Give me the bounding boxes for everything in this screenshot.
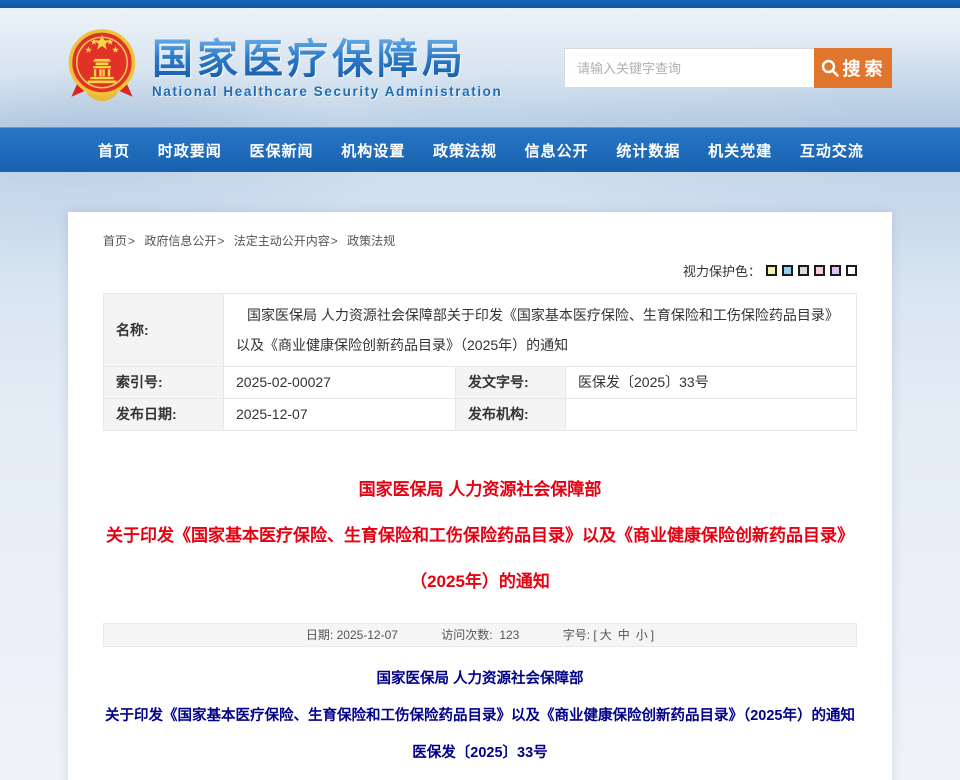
doc-pubdate-value: 2025-12-07 xyxy=(224,399,456,431)
site-brand[interactable]: 国家医疗保障局 National Healthcare Security Adm… xyxy=(66,28,502,106)
doc-name-label: 名称: xyxy=(104,294,224,367)
document-info-table: 名称: 国家医保局 人力资源社会保障部关于印发《国家基本医疗保险、生育保险和工伤… xyxy=(103,293,857,431)
site-title: 国家医疗保障局 xyxy=(152,36,502,82)
nav-item-politics-news[interactable]: 时政要闻 xyxy=(158,140,222,161)
eye-protection-bar: 视力保护色： xyxy=(103,261,857,277)
search-input[interactable] xyxy=(564,48,814,88)
nav-item-home[interactable]: 首页 xyxy=(98,140,130,161)
table-row: 名称: 国家医保局 人力资源社会保障部关于印发《国家基本医疗保险、生育保险和工伤… xyxy=(104,294,857,367)
search-button[interactable]: 搜索 xyxy=(814,48,892,88)
brand-text: 国家医疗保障局 National Healthcare Security Adm… xyxy=(152,36,502,99)
meta-visits-label: 访问次数: xyxy=(441,628,492,642)
meta-bracket-open: [ xyxy=(593,628,596,642)
site-header: 国家医疗保障局 National Healthcare Security Adm… xyxy=(0,8,960,127)
eye-protection-label: 视力保护色： xyxy=(683,264,761,279)
meta-date-label: 日期: xyxy=(306,628,333,642)
nav-item-info-disclosure[interactable]: 信息公开 xyxy=(525,140,589,161)
eye-color-swatch[interactable] xyxy=(782,265,793,276)
search-button-label: 搜索 xyxy=(843,55,887,81)
main-nav: 首页 时政要闻 医保新闻 机构设置 政策法规 信息公开 统计数据 机关党建 互动… xyxy=(0,127,960,172)
breadcrumb-gov-info[interactable]: 政府信息公开 xyxy=(144,234,216,248)
site-subtitle: National Healthcare Security Administrat… xyxy=(152,84,502,99)
page-background: 首页> 政府信息公开> 法定主动公开内容> 政策法规 视力保护色： 名称: 国家… xyxy=(0,172,960,780)
article-title: 国家医保局 人力资源社会保障部 关于印发《国家基本医疗保险、生育保险和工伤保险药… xyxy=(103,467,857,605)
search-icon xyxy=(820,58,840,78)
meta-fontsize-label: 字号: xyxy=(563,628,590,642)
nav-item-organization[interactable]: 机构设置 xyxy=(341,140,405,161)
search-box: 搜索 xyxy=(564,48,892,88)
nav-item-medical-insurance-news[interactable]: 医保新闻 xyxy=(249,140,313,161)
document-heading-line: 国家医保局 人力资源社会保障部 xyxy=(103,661,857,698)
meta-date-value: 2025-12-07 xyxy=(337,628,398,642)
article-meta-bar: 日期: 2025-12-07 访问次数: 123 字号: [ 大中小] xyxy=(103,623,857,647)
main-nav-inner: 首页 时政要闻 医保新闻 机构设置 政策法规 信息公开 统计数据 机关党建 互动… xyxy=(68,128,892,172)
fontsize-small-button[interactable]: 小 xyxy=(636,628,648,642)
doc-name-value: 国家医保局 人力资源社会保障部关于印发《国家基本医疗保险、生育保险和工伤保险药品… xyxy=(224,294,857,367)
doc-number-value: 医保发〔2025〕33号 xyxy=(566,367,857,399)
eye-color-swatch[interactable] xyxy=(846,265,857,276)
meta-visits: 访问次数: 123 xyxy=(441,628,519,642)
breadcrumb-separator: > xyxy=(128,234,135,248)
doc-agency-label: 发布机构: xyxy=(456,399,566,431)
doc-index-label: 索引号: xyxy=(104,367,224,399)
article-title-line: （2025年）的通知 xyxy=(103,559,857,605)
meta-visits-value: 123 xyxy=(499,628,519,642)
doc-pubdate-label: 发布日期: xyxy=(104,399,224,431)
breadcrumb-separator: > xyxy=(217,234,224,248)
doc-index-value: 2025-02-00027 xyxy=(224,367,456,399)
breadcrumb-policies[interactable]: 政策法规 xyxy=(347,234,395,248)
fontsize-large-button[interactable]: 大 xyxy=(600,628,612,642)
eye-color-swatch[interactable] xyxy=(798,265,809,276)
nav-item-policies[interactable]: 政策法规 xyxy=(433,140,497,161)
national-emblem-logo xyxy=(66,28,138,106)
doc-number-label: 发文字号: xyxy=(456,367,566,399)
document-heading-line: 医保发〔2025〕33号 xyxy=(103,735,857,772)
nav-item-statistics[interactable]: 统计数据 xyxy=(616,140,680,161)
table-row: 索引号: 2025-02-00027 发文字号: 医保发〔2025〕33号 xyxy=(104,367,857,399)
eye-color-swatch[interactable] xyxy=(814,265,825,276)
table-row: 发布日期: 2025-12-07 发布机构: xyxy=(104,399,857,431)
document-heading: 国家医保局 人力资源社会保障部 关于印发《国家基本医疗保险、生育保险和工伤保险药… xyxy=(103,661,857,772)
breadcrumb-disclosure-content[interactable]: 法定主动公开内容 xyxy=(234,234,330,248)
breadcrumb: 首页> 政府信息公开> 法定主动公开内容> 政策法规 xyxy=(103,232,857,249)
breadcrumb-separator: > xyxy=(331,234,338,248)
breadcrumb-home[interactable]: 首页 xyxy=(103,234,127,248)
top-strip xyxy=(0,0,960,8)
eye-color-swatch[interactable] xyxy=(766,265,777,276)
nav-item-party-building[interactable]: 机关党建 xyxy=(708,140,772,161)
article-title-line: 关于印发《国家基本医疗保险、生育保险和工伤保险药品目录》以及《商业健康保险创新药… xyxy=(103,513,857,559)
nav-item-interaction[interactable]: 互动交流 xyxy=(800,140,864,161)
document-heading-line: 关于印发《国家基本医疗保险、生育保险和工伤保险药品目录》以及《商业健康保险创新药… xyxy=(103,698,857,735)
meta-date: 日期: 2025-12-07 xyxy=(306,628,398,642)
fontsize-medium-button[interactable]: 中 xyxy=(618,628,630,642)
meta-bracket-close: ] xyxy=(651,628,654,642)
article-title-line: 国家医保局 人力资源社会保障部 xyxy=(103,467,857,513)
meta-fontsize: 字号: [ 大中小] xyxy=(563,628,654,642)
eye-color-swatch[interactable] xyxy=(830,265,841,276)
doc-agency-value xyxy=(566,399,857,431)
content-panel: 首页> 政府信息公开> 法定主动公开内容> 政策法规 视力保护色： 名称: 国家… xyxy=(68,212,892,780)
